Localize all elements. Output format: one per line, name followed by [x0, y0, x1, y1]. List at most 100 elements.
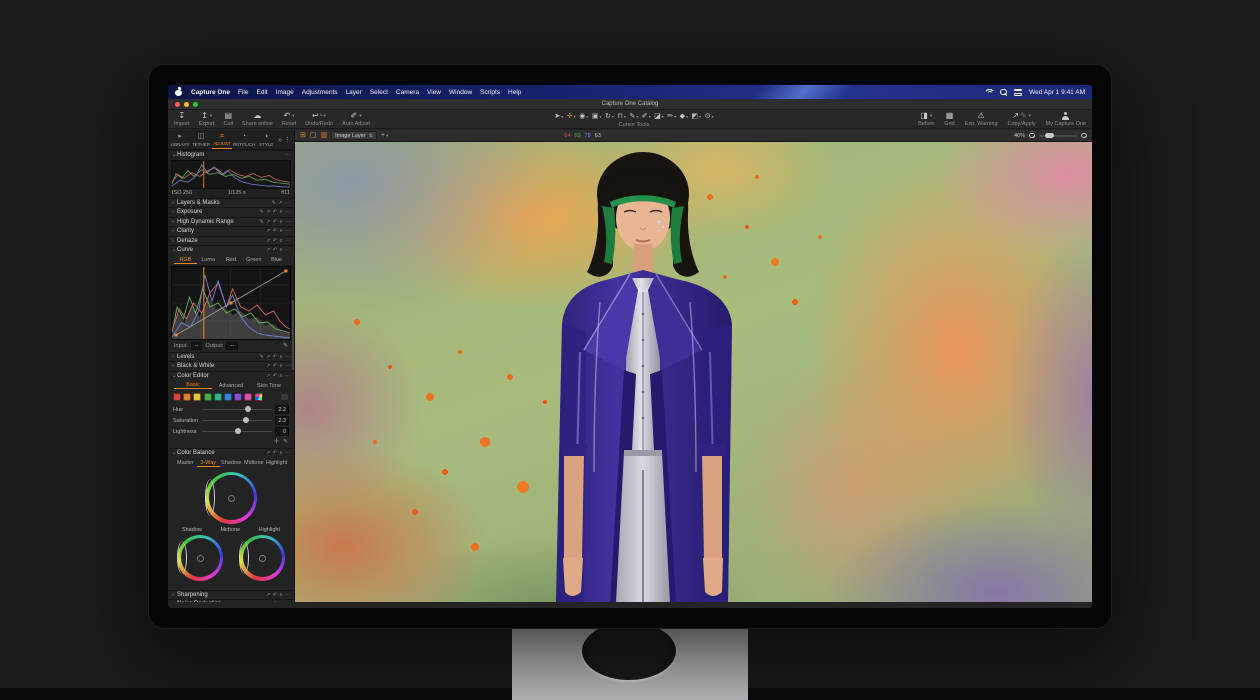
curve-graph[interactable]	[171, 266, 291, 340]
before-button[interactable]: ◨▾ Before	[918, 110, 934, 128]
hue-slider[interactable]	[202, 409, 272, 411]
clone-tool-icon[interactable]: ◆▾	[680, 112, 688, 120]
lightness-arc[interactable]	[239, 541, 249, 573]
clarity-panel-header[interactable]: › Clarity ↗↶≡⋯	[168, 226, 294, 236]
edit-color-icon[interactable]: ✎	[283, 438, 288, 445]
select-tool-icon[interactable]: ➤▾	[554, 112, 563, 120]
color-balance-panel-header[interactable]: ⌄ Color Balance ↗↶≡⋯	[168, 448, 294, 458]
shadow-color-wheel[interactable]	[177, 535, 223, 581]
rotate-tool-icon[interactable]: ↻▾	[605, 112, 614, 120]
draw-mask-tool-icon[interactable]: ✐▾	[642, 112, 651, 120]
reset-icon[interactable]: ↶	[273, 373, 277, 379]
reset-icon[interactable]: ↶	[273, 363, 277, 369]
my-capture-one-button[interactable]: My Capture One	[1046, 110, 1086, 128]
sidebar-scrollbar[interactable]	[292, 300, 294, 370]
menu-view[interactable]: View	[427, 89, 441, 96]
swatch-teal[interactable]	[214, 393, 222, 401]
menu-clock[interactable]: Wed Apr 1 9:41 AM	[1029, 89, 1085, 96]
reset-icon[interactable]: ↶	[273, 219, 277, 225]
zoom-slider[interactable]	[1039, 135, 1077, 137]
curve-tab-luma[interactable]: Luma	[197, 256, 220, 263]
grid-button[interactable]: ▦ Grid	[944, 110, 954, 128]
swatch-all-colors[interactable]	[255, 393, 263, 401]
midtone-color-wheel[interactable]	[205, 472, 257, 524]
more-icon[interactable]: ⋯	[285, 363, 290, 369]
more-icon[interactable]: ⋯	[285, 228, 290, 234]
proof-view-icon[interactable]: ▥	[321, 132, 328, 139]
curve-tab-blue[interactable]: Blue	[265, 256, 288, 263]
pencil-icon[interactable]: ✎	[259, 354, 263, 360]
menu-image[interactable]: Image	[276, 89, 294, 96]
hdr-panel-header[interactable]: › High Dynamic Range ✎↗↶≡⋯	[168, 217, 294, 227]
copy-icon[interactable]: ↗	[266, 354, 270, 360]
more-icon[interactable]: ⋯	[285, 238, 290, 244]
cb-tab-highlight[interactable]: Highlight	[265, 459, 288, 466]
menu-help[interactable]: Help	[508, 89, 521, 96]
more-icon[interactable]: ⋯	[285, 152, 290, 158]
lightness-arc[interactable]	[205, 479, 215, 515]
cb-tab-master[interactable]: Master	[174, 459, 197, 466]
copy-icon[interactable]: ↗	[278, 200, 282, 206]
sidebar-tab-tether[interactable]: ◫ TETHER	[191, 131, 211, 149]
multi-view-icon[interactable]: ⊞	[300, 132, 306, 139]
swatch-green[interactable]	[204, 393, 212, 401]
black-white-panel-header[interactable]: › Black & White ↗↶≡⋯	[168, 361, 294, 371]
menu-file[interactable]: File	[238, 89, 248, 96]
highlight-color-wheel[interactable]	[239, 535, 285, 581]
presets-icon[interactable]: ≡	[280, 247, 283, 253]
reset-icon[interactable]: ↶	[273, 354, 277, 360]
menu-layer[interactable]: Layer	[346, 89, 362, 96]
copy-icon[interactable]: ↗	[266, 238, 270, 244]
undo-redo-button[interactable]: ↩↪ Undo/Redo	[305, 110, 333, 128]
pencil-icon[interactable]: ✎	[259, 219, 263, 225]
exposure-panel-header[interactable]: › Exposure ✎↗↶≡⋯	[168, 207, 294, 217]
saturation-slider[interactable]	[202, 420, 272, 422]
share-online-button[interactable]: ☁ Share online	[242, 110, 273, 128]
curve-tab-rgb[interactable]: RGB	[174, 256, 197, 264]
keystone-tool-icon[interactable]: ⊓▾	[617, 112, 625, 120]
presets-icon[interactable]: ≡	[280, 592, 283, 598]
menu-scripts[interactable]: Scripts	[480, 89, 500, 96]
reset-button[interactable]: ↶▾ Reset	[282, 110, 296, 128]
radial-mask-tool-icon[interactable]: ⊙▾	[705, 112, 714, 120]
loupe-tool-icon[interactable]: ◉▾	[579, 112, 588, 120]
copy-icon[interactable]: ↗	[266, 219, 270, 225]
reset-icon[interactable]: ↶	[273, 209, 277, 215]
heal-tool-icon[interactable]: ✏▾	[667, 112, 676, 120]
cull-button[interactable]: ▤ Cull	[224, 110, 233, 128]
crop-tool-icon[interactable]: ▣▾	[592, 112, 602, 120]
layer-selector[interactable]: Image Layer ⇅	[331, 131, 377, 140]
sidebar-tab-library[interactable]: ▸ LIBRARY	[170, 131, 190, 149]
copy-icon[interactable]: ↗	[266, 247, 270, 253]
presets-icon[interactable]: ≡	[280, 450, 283, 456]
cb-tab-3way[interactable]: 3-Way	[197, 459, 220, 467]
more-icon[interactable]: ⋯	[285, 247, 290, 253]
gradient-mask-tool-icon[interactable]: ◩▾	[692, 112, 702, 120]
zoom-out-icon[interactable]	[1029, 133, 1035, 139]
zoom-slider-handle[interactable]	[1045, 133, 1054, 139]
swatch-red[interactable]	[173, 393, 181, 401]
presets-icon[interactable]: ≡	[280, 363, 283, 369]
tab-options-icon[interactable]: ⋮	[284, 136, 291, 144]
presets-icon[interactable]: ≡	[280, 354, 283, 360]
saturation-value[interactable]: 2.3	[275, 416, 289, 425]
image-viewer-canvas[interactable]	[295, 142, 1092, 602]
import-button[interactable]: ↧ Import	[174, 110, 190, 128]
reset-icon[interactable]: ↶	[273, 592, 277, 598]
curve-tab-red[interactable]: Red	[220, 256, 243, 263]
add-layer-button[interactable]: +▾	[381, 132, 388, 139]
sharpening-panel-header[interactable]: › Sharpening ↗↶≡⋯	[168, 590, 294, 600]
reset-icon[interactable]: ↶	[273, 247, 277, 253]
presets-icon[interactable]: ≡	[280, 209, 283, 215]
ce-tab-basic[interactable]: Basic	[174, 381, 212, 389]
more-icon[interactable]: ⋯	[285, 450, 290, 456]
curve-input-field[interactable]: --	[191, 342, 203, 350]
presets-icon[interactable]: ≡	[280, 228, 283, 234]
histogram-panel-header[interactable]: ⌄ Histogram ⋯	[168, 150, 294, 160]
copy-icon[interactable]: ↗	[266, 601, 270, 602]
exposure-warning-button[interactable]: ⚠ Exp. Warning	[965, 110, 998, 128]
hue-value[interactable]: 2.2	[275, 405, 289, 414]
menu-edit[interactable]: Edit	[257, 89, 268, 96]
sidebar-tab-retouch[interactable]: ◔ RETOUCH	[233, 131, 255, 149]
copy-icon[interactable]: ↗	[266, 592, 270, 598]
